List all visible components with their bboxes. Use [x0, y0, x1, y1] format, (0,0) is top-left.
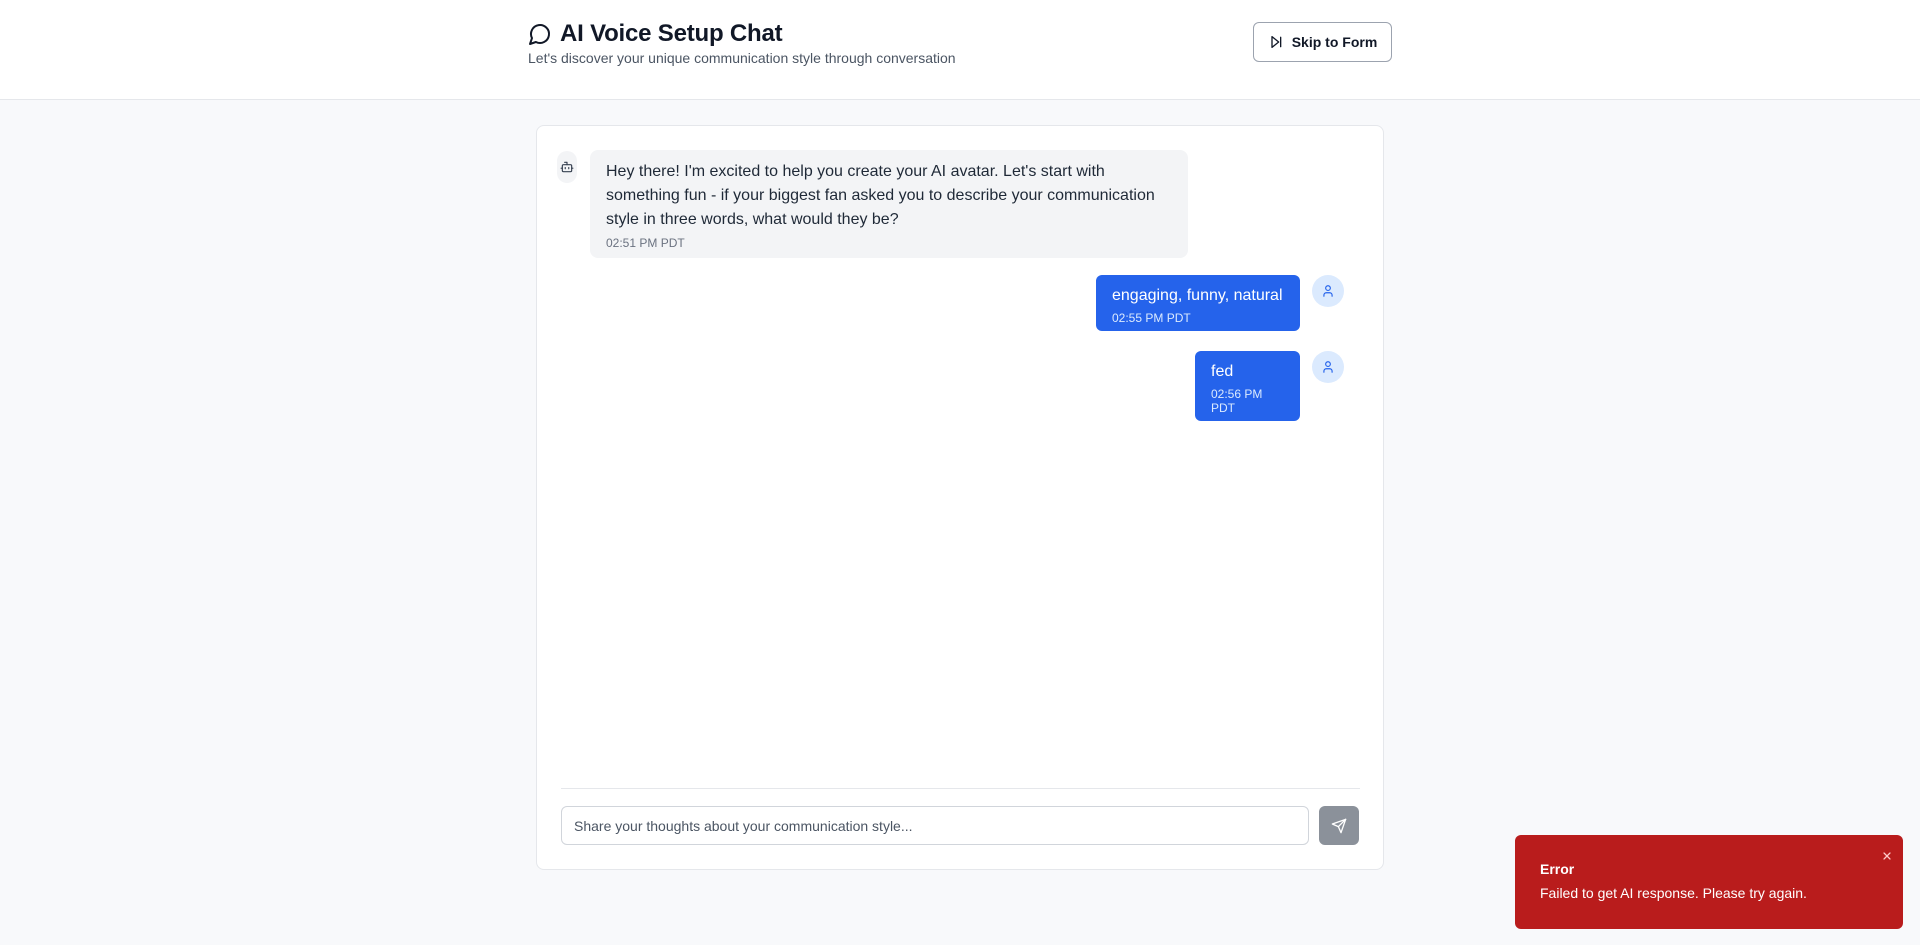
message-time: 02:56 PM PDT — [1211, 387, 1263, 415]
message-text: engaging, funny, natural — [1112, 287, 1283, 304]
user-icon — [1321, 284, 1335, 298]
message-input[interactable] — [561, 806, 1309, 845]
user-message: fed 02:56 PM PDT — [1195, 351, 1300, 421]
message-time: 02:55 PM PDT — [1112, 311, 1191, 325]
skip-to-form-label: Skip to Form — [1291, 34, 1378, 50]
message-text: Hey there! I'm excited to help you creat… — [606, 163, 1155, 228]
close-icon[interactable] — [1880, 849, 1894, 863]
composer-divider — [561, 788, 1360, 789]
toast-title: Error — [1540, 861, 1575, 877]
page-header: AI Voice Setup Chat Let's discover your … — [0, 0, 1920, 100]
user-message: engaging, funny, natural 02:55 PM PDT — [1096, 275, 1300, 331]
message-circle-icon — [528, 22, 552, 46]
user-avatar — [1312, 351, 1344, 383]
error-toast: Error Failed to get AI response. Please … — [1515, 835, 1903, 929]
page-title: AI Voice Setup Chat — [560, 20, 783, 47]
user-avatar — [1312, 275, 1344, 307]
bot-message: Hey there! I'm excited to help you creat… — [590, 150, 1188, 258]
chat-card: Hey there! I'm excited to help you creat… — [536, 125, 1384, 870]
bot-avatar — [557, 151, 577, 183]
skip-forward-icon — [1268, 34, 1284, 50]
message-list[interactable]: Hey there! I'm excited to help you creat… — [537, 126, 1383, 786]
toast-message: Failed to get AI response. Please try ag… — [1540, 885, 1807, 901]
user-icon — [1321, 360, 1335, 374]
title-row: AI Voice Setup Chat — [528, 20, 783, 48]
skip-to-form-button[interactable]: Skip to Form — [1253, 22, 1392, 62]
send-button[interactable] — [1319, 806, 1359, 845]
message-time: 02:51 PM PDT — [606, 236, 685, 250]
send-icon — [1331, 818, 1347, 834]
message-text: fed — [1211, 363, 1234, 380]
page-subtitle: Let's discover your unique communication… — [528, 50, 956, 66]
bot-icon — [560, 160, 574, 174]
